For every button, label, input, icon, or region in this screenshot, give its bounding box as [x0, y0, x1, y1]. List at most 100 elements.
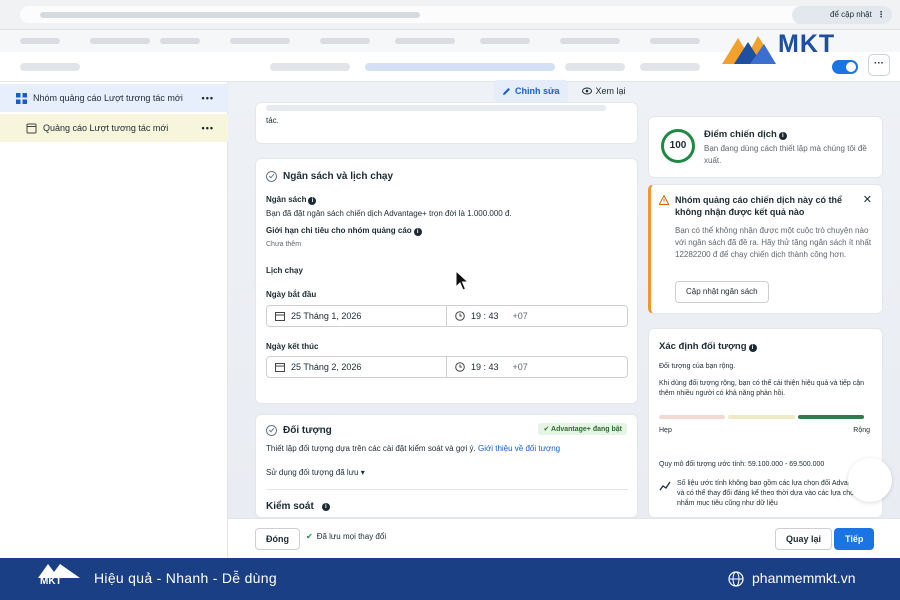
start-date-input[interactable]: 25 Tháng 1, 2026 [267, 306, 447, 326]
browser-update-button[interactable]: để cập nhật ⋮ [792, 6, 892, 24]
app-bar-blurred [365, 63, 555, 71]
schedule-label: Lịch chạy [266, 266, 303, 275]
clock-icon [455, 311, 465, 321]
audience-definition-card: Xác định đối tượng i Đối tượng của bạn rộ… [648, 328, 883, 518]
brand-website[interactable]: phanmemmkt.vn [752, 570, 855, 586]
app-bar-blurred [640, 63, 700, 71]
tab-edit[interactable]: Chỉnh sửa [494, 80, 568, 102]
audience-status: Đối tượng của bạn rộng. [659, 363, 736, 370]
browser-menu-icon[interactable]: ⋮ [877, 6, 885, 24]
sidebar-item-more-icon[interactable]: ••• [202, 93, 214, 103]
audience-info-link[interactable]: Giới thiệu về đối tượng [478, 444, 560, 453]
back-button[interactable]: Quay lại [775, 528, 833, 550]
brand-slogan: Hiệu quả - Nhanh - Dễ dùng [94, 570, 277, 586]
tab-review[interactable]: Xem lại [574, 80, 634, 102]
audience-estimate-note: Số liệu ước tính không bao gồm các lựa c… [677, 480, 870, 507]
close-icon[interactable]: ✕ [863, 193, 872, 206]
info-icon[interactable]: i [778, 132, 787, 140]
end-date-label: Ngày kết thúc [266, 342, 319, 351]
warning-icon [659, 195, 669, 205]
score-description: Bạn đang dùng cách thiết lập mà chúng tô… [704, 144, 867, 165]
advantage-plus-badge: ✔ Advantage+ đang bật [538, 423, 627, 435]
budget-schedule-card: Ngân sách và lịch chạy Ngân sách i Bạn đã… [255, 158, 638, 404]
bookmark[interactable] [230, 38, 290, 44]
caret-down-icon: ▾ [360, 468, 365, 477]
start-date-label: Ngày bắt đầu [266, 290, 317, 299]
bookmark[interactable] [650, 38, 700, 44]
end-date-time-field: 25 Tháng 2, 2026 19 : 43 +07 [266, 356, 628, 378]
gauge-segment-wide [797, 415, 864, 419]
bookmark[interactable] [480, 38, 530, 44]
sidebar-item-label: Quảng cáo Lượt tương tác mới [43, 123, 169, 133]
info-icon[interactable]: i [308, 197, 317, 205]
control-section-header: Kiểm soát i [266, 501, 330, 512]
trend-icon [659, 481, 671, 493]
brand-logo: MKT [38, 562, 80, 596]
bookmark[interactable] [160, 38, 200, 44]
start-date-time-field: 25 Tháng 1, 2026 19 : 43 +07 [266, 305, 628, 327]
info-icon[interactable]: i [413, 228, 422, 236]
globe-icon [728, 571, 744, 587]
warning-header: Nhóm quảng cáo chiến dịch này có thể khô… [659, 194, 849, 218]
audience-breadth-gauge [659, 415, 864, 419]
chat-bubble[interactable] [848, 458, 892, 502]
blurred-text [266, 105, 606, 111]
sidebar-item-more-icon[interactable]: ••• [202, 123, 214, 133]
audience-definition-desc: Khi dùng đối tượng rộng, bạn có thể cải … [659, 380, 865, 397]
mouse-cursor-icon [455, 270, 469, 291]
next-button[interactable]: Tiếp [834, 528, 875, 550]
audience-card: Đối tượng ✔ Advantage+ đang bật Thiết lậ… [255, 414, 638, 518]
warning-description: Bạn có thể không nhận được một cuộc trò … [675, 226, 872, 259]
app-bar-blurred [270, 63, 350, 71]
sidebar-item-adset[interactable]: Nhóm quảng cáo Lượt tương tác mới ••• [0, 84, 228, 112]
calendar-icon [275, 363, 285, 372]
score-title: Điểm chiến dịch i [704, 129, 787, 140]
gauge-label-narrow: Hẹp [659, 427, 672, 434]
pencil-icon [503, 87, 510, 95]
browser-bar: để cập nhật ⋮ [0, 0, 900, 30]
app-bar-blurred [20, 63, 80, 71]
saved-audience-dropdown[interactable]: Sử dụng đối tượng đã lưu ▾ [266, 467, 365, 479]
mkt-logo-text: MKT [778, 30, 836, 58]
bookmark[interactable] [320, 38, 370, 44]
divider [266, 489, 628, 490]
end-time-input[interactable]: 19 : 43 +07 [447, 357, 528, 377]
grid-icon [16, 92, 27, 104]
mkt-logo: MKT [720, 28, 890, 68]
audience-size-estimate: Quy mô đối tượng ước tính: 59.100.000 - … [659, 461, 825, 468]
audience-description: Thiết lập đối tượng dựa trên các cài đặt… [266, 444, 561, 453]
spend-limit-label: Giới hạn chi tiêu cho nhóm quảng cáo i [266, 225, 422, 237]
gauge-segment-mid [728, 415, 795, 419]
calendar-icon [275, 312, 285, 321]
previous-section-card: tác. [255, 102, 638, 144]
sidebar: Nhóm quảng cáo Lượt tương tác mới ••• Qu… [0, 82, 228, 558]
address-text-blurred [40, 12, 420, 18]
start-time-input[interactable]: 19 : 43 +07 [447, 306, 528, 326]
close-button[interactable]: Đóng [255, 528, 300, 550]
saved-status: ✔ Đã lưu mọi thay đổi [306, 532, 387, 541]
sidebar-item-ad[interactable]: Quảng cáo Lượt tương tác mới ••• [0, 114, 228, 142]
update-budget-button[interactable]: Cập nhật ngân sách [675, 281, 769, 303]
brand-bar: MKT Hiệu quả - Nhanh - Dễ dùng phanmemmk… [0, 558, 900, 600]
bookmark[interactable] [395, 38, 455, 44]
campaign-score-card: 100 Điểm chiến dịch i Bạn đang dùng cách … [648, 116, 883, 178]
app-bar-blurred [565, 63, 625, 71]
ad-page-icon [26, 123, 37, 133]
check-circle-icon [266, 425, 277, 436]
edit-review-tabs: Chỉnh sửa Xem lại [494, 80, 634, 102]
bookmark[interactable] [20, 38, 60, 44]
bookmark[interactable] [90, 38, 150, 44]
mkt-logo-icon [722, 36, 776, 64]
budget-label: Ngân sách i [266, 194, 317, 206]
spend-limit-value: Chưa thêm [266, 241, 302, 248]
section-text: tác. [266, 116, 279, 125]
info-icon[interactable]: i [321, 502, 330, 511]
end-date-input[interactable]: 25 Tháng 2, 2026 [267, 357, 447, 377]
audience-definition-title: Xác định đối tượng i [659, 341, 757, 352]
gauge-label-wide: Rộng [853, 427, 870, 434]
gauge-segment-narrow [659, 415, 726, 419]
score-ring: 100 [661, 129, 695, 163]
footer-bar: Đóng ✔ Đã lưu mọi thay đổi Quay lại Tiếp [228, 518, 900, 558]
bookmark[interactable] [560, 38, 620, 44]
info-icon[interactable]: i [748, 344, 757, 352]
